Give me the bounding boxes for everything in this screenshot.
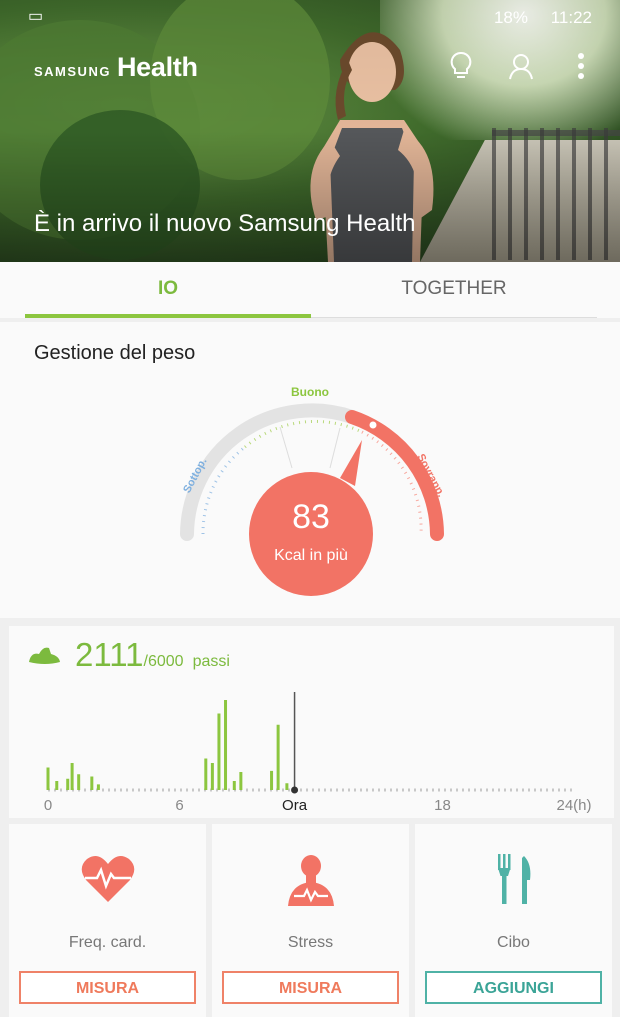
gauge-pointer xyxy=(340,440,362,486)
more-options-icon[interactable] xyxy=(566,50,596,82)
add-food-button[interactable]: AGGIUNGI xyxy=(425,971,602,1004)
steps-bar xyxy=(224,700,228,790)
steps-bar xyxy=(276,724,280,790)
steps-goal: /6000 xyxy=(143,653,184,670)
status-bar: ▭ 18% 11:22 xyxy=(0,0,620,34)
logo-samsung: SAMSUNG xyxy=(34,64,111,79)
heart-rate-card[interactable]: Freq. card. MISURA xyxy=(9,824,206,1017)
steps-bar xyxy=(217,713,221,790)
food-icon xyxy=(415,854,612,914)
tab-io[interactable]: IO xyxy=(25,262,311,318)
steps-tick-label: 6 xyxy=(175,797,183,814)
steps-bar xyxy=(96,784,100,790)
steps-card[interactable]: 2111 /6000 passi 0 6 Ora 18 24(h) xyxy=(9,626,614,818)
steps-bar xyxy=(55,781,59,790)
steps-tick-label: Ora xyxy=(282,797,308,814)
clock: 11:22 xyxy=(550,8,592,27)
measure-heart-rate-button[interactable]: MISURA xyxy=(19,971,196,1004)
steps-bar xyxy=(70,763,74,790)
steps-tick-label: 0 xyxy=(44,797,52,814)
measure-stress-button[interactable]: MISURA xyxy=(222,971,399,1004)
steps-bar xyxy=(90,776,94,790)
now-marker-dot xyxy=(291,786,299,794)
stress-card[interactable]: Stress MISURA xyxy=(212,824,409,1017)
steps-bar xyxy=(66,778,70,790)
notification-icon: ▭ xyxy=(28,8,44,25)
steps-bar xyxy=(285,783,289,790)
steps-bar xyxy=(204,758,208,790)
steps-bar xyxy=(239,772,243,790)
steps-bar xyxy=(46,767,50,790)
food-label: Cibo xyxy=(497,934,530,951)
lightbulb-icon[interactable] xyxy=(446,50,476,82)
zone-label-good: Buono xyxy=(291,385,329,399)
steps-tick-label: 18 xyxy=(434,797,451,814)
heart-rate-icon xyxy=(9,854,206,914)
steps-tick-label: 24(h) xyxy=(556,797,591,814)
stress-label: Stress xyxy=(287,934,334,951)
app-logo: SAMSUNG Health xyxy=(34,52,198,83)
steps-bar xyxy=(232,781,236,790)
tab-together[interactable]: TOGETHER xyxy=(311,262,597,318)
steps-header: 2111 /6000 passi xyxy=(27,636,230,674)
toolbar-actions xyxy=(446,50,596,82)
steps-count: 2111 xyxy=(75,636,144,673)
weight-gauge: Buono Sottop. Sovrapp. xyxy=(180,385,447,596)
food-card[interactable]: Cibo AGGIUNGI xyxy=(415,824,612,1017)
gauge-marker xyxy=(369,421,377,429)
steps-chart: 0 6 Ora 18 24(h) xyxy=(44,692,592,814)
weight-card[interactable]: Gestione del peso Buono Sottop. Sovrapp.… xyxy=(0,322,620,618)
steps-bar xyxy=(77,774,81,790)
shoe-icon xyxy=(29,647,60,664)
weight-title: Gestione del peso xyxy=(34,342,196,364)
steps-bar xyxy=(270,770,274,790)
tab-bar: IO TOGETHER xyxy=(0,262,620,318)
hero-title: È in arrivo il nuovo Samsung Health xyxy=(34,210,416,237)
stress-icon xyxy=(212,854,409,914)
battery-level: 18% xyxy=(493,8,528,27)
steps-unit: passi xyxy=(192,653,230,670)
heart-rate-label: Freq. card. xyxy=(68,934,147,951)
profile-icon[interactable] xyxy=(506,50,536,82)
steps-bar xyxy=(210,763,214,790)
kcal-value: 83 xyxy=(292,498,330,536)
logo-health: Health xyxy=(116,52,198,82)
hero-banner[interactable]: ▭ 18% 11:22 SAMSUNG Health È in arrivo i… xyxy=(0,0,620,262)
kcal-label: Kcal in più xyxy=(274,547,348,564)
